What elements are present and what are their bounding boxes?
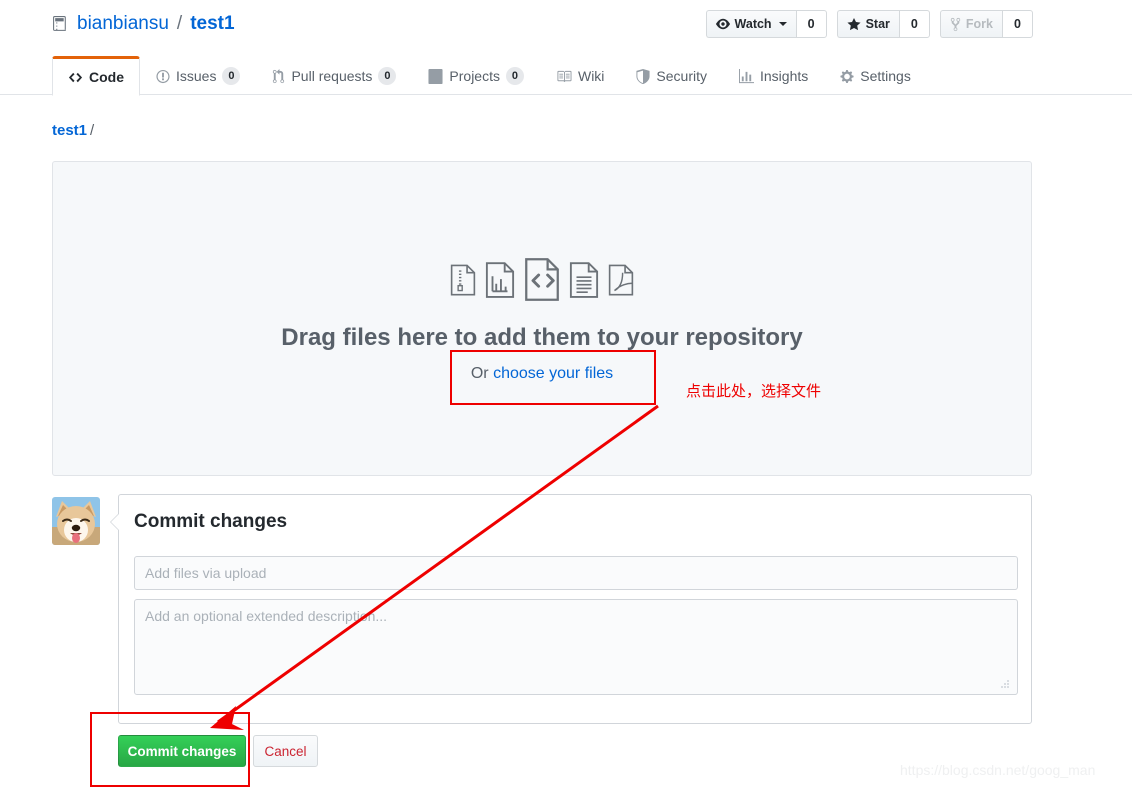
repo-icon: [52, 15, 69, 33]
book-icon: [556, 69, 572, 84]
project-icon: [428, 68, 443, 84]
tab-wiki[interactable]: Wiki: [540, 56, 620, 95]
tab-projects-count: 0: [505, 67, 524, 85]
git-pull-request-icon: [272, 68, 285, 84]
repo-nav-bar: Code Issues 0 Pull requests 0 Projects 0…: [0, 55, 1132, 96]
star-count[interactable]: 0: [898, 10, 930, 38]
repo-header: bianbiansu / test1 Watch 0 Star 0 Fork 0: [0, 0, 1132, 50]
fork-label: Fork: [965, 17, 993, 31]
tab-pull-requests[interactable]: Pull requests 0: [256, 56, 412, 95]
dropzone-drag-text: Drag files here to add them to your repo…: [281, 324, 803, 351]
tab-projects[interactable]: Projects 0: [412, 56, 540, 95]
tab-issues-count: 0: [222, 67, 241, 85]
eye-icon: [715, 17, 730, 31]
file-dropzone[interactable]: Drag files here to add them to your repo…: [52, 161, 1032, 476]
annotation-text-choose-files: 点击此处，选择文件: [686, 383, 822, 400]
tab-code[interactable]: Code: [52, 56, 140, 96]
breadcrumb-slash: /: [90, 122, 95, 139]
gear-icon: [840, 69, 854, 84]
watch-count[interactable]: 0: [795, 10, 827, 38]
avatar: [52, 497, 100, 545]
tab-code-label: Code: [89, 69, 124, 85]
tab-issues-label: Issues: [176, 68, 217, 84]
pdf-file-icon: [608, 263, 634, 302]
tab-settings-label: Settings: [860, 68, 911, 84]
file-type-icons: [53, 257, 1031, 307]
repo-social-buttons: Watch 0 Star 0 Fork 0: [705, 10, 1033, 38]
commit-changes-button[interactable]: Commit changes: [118, 735, 246, 767]
commit-panel-title: Commit changes: [134, 511, 288, 532]
repo-separator: /: [176, 13, 183, 34]
star-label: Star: [865, 17, 890, 31]
repo-nav: Code Issues 0 Pull requests 0 Projects 0…: [52, 55, 927, 96]
shield-icon: [636, 68, 650, 84]
breadcrumb-repo-link[interactable]: test1: [52, 122, 87, 139]
cancel-button[interactable]: Cancel: [253, 735, 318, 767]
text-file-icon: [569, 261, 599, 304]
panel-pointer: [110, 513, 119, 531]
dropzone-choose-line: Or choose your files: [53, 365, 1031, 383]
zip-file-icon: [450, 263, 476, 302]
choose-your-files-link[interactable]: choose your files: [493, 365, 613, 382]
tab-pull-requests-count: 0: [378, 67, 397, 85]
commit-message-input[interactable]: [134, 556, 1018, 590]
chart-file-icon: [485, 261, 515, 304]
tab-wiki-label: Wiki: [577, 68, 605, 84]
fork-button-group: Fork 0: [939, 10, 1033, 38]
repo-owner-link[interactable]: bianbiansu: [77, 11, 169, 37]
fork-icon: [950, 17, 961, 32]
star-button-group: Star 0: [836, 10, 930, 38]
watch-button[interactable]: Watch: [705, 10, 796, 38]
dropzone-or-text: Or: [470, 365, 494, 382]
fork-count[interactable]: 0: [1002, 10, 1033, 38]
graph-icon: [739, 68, 754, 84]
tab-insights-label: Insights: [760, 68, 809, 84]
code-icon: [68, 70, 83, 85]
breadcrumb: test1/: [52, 122, 94, 139]
tab-insights[interactable]: Insights: [723, 56, 824, 95]
page-root: bianbiansu / test1 Watch 0 Star 0 Fork 0…: [0, 0, 1132, 790]
issue-opened-icon: [156, 69, 170, 84]
fork-button[interactable]: Fork: [939, 10, 1002, 38]
watermark: https://blog.csdn.net/goog_man: [900, 762, 1096, 778]
commit-description-textarea[interactable]: [134, 599, 1018, 695]
tab-security[interactable]: Security: [620, 56, 723, 95]
chevron-down-icon: [778, 22, 787, 26]
star-icon: [847, 17, 861, 32]
code-file-icon: [524, 257, 560, 307]
watch-button-group: Watch 0: [705, 10, 827, 38]
tab-issues[interactable]: Issues 0: [140, 56, 256, 95]
repo-name-link[interactable]: test1: [190, 11, 234, 37]
repo-title: bianbiansu / test1: [52, 11, 235, 37]
watch-label: Watch: [734, 17, 772, 31]
tab-pull-requests-label: Pull requests: [291, 68, 373, 84]
tab-settings[interactable]: Settings: [824, 56, 927, 95]
tab-security-label: Security: [656, 68, 707, 84]
tab-projects-label: Projects: [449, 68, 500, 84]
star-button[interactable]: Star: [836, 10, 899, 38]
commit-panel: Commit changes: [110, 494, 1032, 724]
